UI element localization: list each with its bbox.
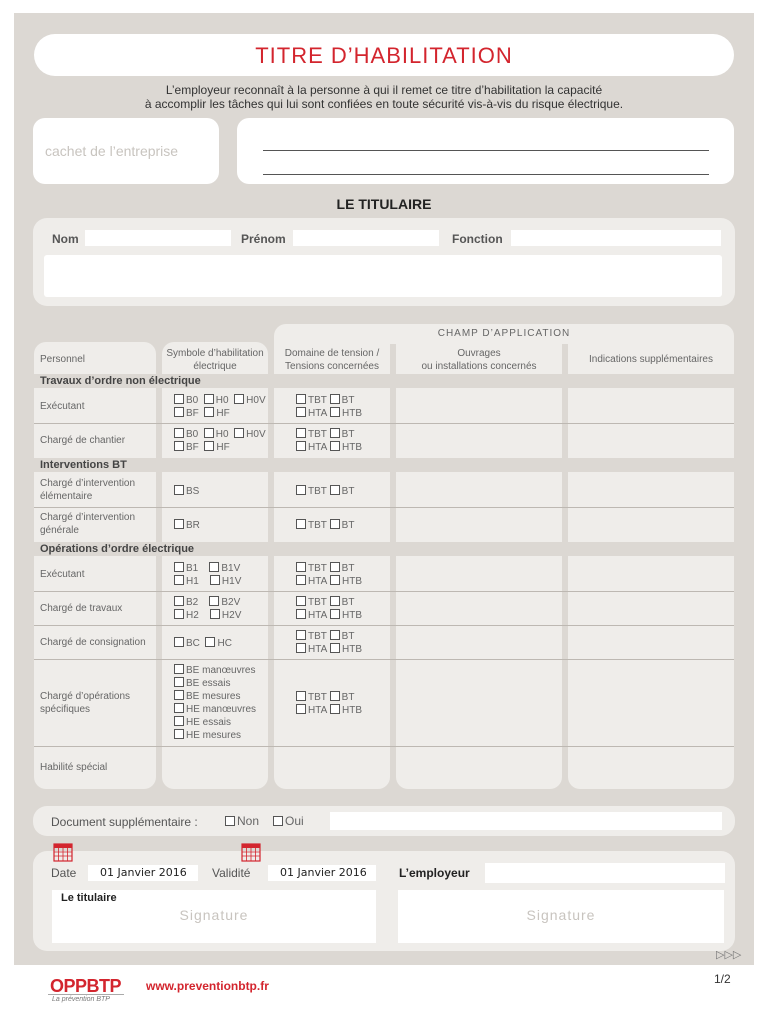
symbol-checkboxes-row-1[interactable]: B0 H0 H0V BF HF — [174, 394, 266, 420]
calendar-icon[interactable] — [53, 842, 73, 862]
tension-checkboxes-row-6[interactable]: TBT BT HTA HTB — [296, 596, 362, 622]
nom-field[interactable] — [85, 230, 231, 246]
champ-header: CHAMP D’APPLICATION — [437, 328, 571, 339]
prenom-label: Prénom — [241, 232, 286, 246]
row-habilite-special: Habilité spécial — [40, 762, 108, 773]
validite-label: Validité — [212, 866, 251, 880]
intro-line-1: L’employeur reconnaît à la personne à qu… — [165, 83, 603, 97]
employeur-label: L’employeur — [399, 866, 470, 880]
header-indications: Indications supplémentaires — [589, 354, 713, 365]
logo-underline — [48, 994, 124, 995]
symbol-checkbox-bs[interactable]: BS — [174, 485, 199, 498]
row-charge-chantier: Chargé de chantier — [40, 435, 126, 446]
doc-supp-oui-checkbox[interactable]: Oui — [273, 815, 304, 828]
row-separator — [34, 746, 734, 747]
symbol-checkboxes-row-8[interactable]: BE manœuvres BE essais BE mesures HE man… — [174, 664, 256, 742]
company-line-1 — [263, 150, 709, 151]
titulaire-signature-label: Le titulaire — [61, 892, 117, 904]
logo-tagline: La prévention BTP — [52, 996, 110, 1003]
group-travaux-non-elec: Travaux d’ordre non électrique — [40, 375, 201, 387]
calendar-icon[interactable] — [241, 842, 261, 862]
row-charge-consignation: Chargé de consignation — [40, 637, 146, 648]
prenom-field[interactable] — [293, 230, 439, 246]
date-label: Date — [51, 866, 77, 880]
tension-checkboxes-row-8[interactable]: TBT BT HTA HTB — [296, 691, 362, 717]
header-symbole-1: Symbole d’habilitation — [166, 348, 264, 359]
titulaire-signature-placeholder: Signature — [179, 907, 249, 923]
tension-checkboxes-row-2[interactable]: TBT BT HTA HTB — [296, 428, 362, 454]
header-symbole-2: électrique — [193, 361, 237, 372]
tension-checkboxes-row-1[interactable]: TBT BT HTA HTB — [296, 394, 362, 420]
symbol-checkboxes-row-7[interactable]: BC HC — [174, 637, 232, 650]
tension-checkboxes-row-5[interactable]: TBT BT HTA HTB — [296, 562, 362, 588]
row-executant-elec: Exécutant — [40, 569, 85, 580]
group-interventions-bt: Interventions BT — [40, 459, 127, 471]
header-ouvrages-1: Ouvrages — [457, 348, 501, 359]
row-intervention-generale: Chargé d’intervention générale — [40, 512, 136, 536]
row-operations-specifiques: Chargé d’opérations spécifiques — [40, 691, 131, 715]
tension-checkboxes-row-3[interactable]: TBT BT — [296, 485, 354, 498]
company-stamp-box[interactable]: cachet de l’entreprise — [33, 118, 219, 184]
employeur-field[interactable] — [485, 863, 725, 883]
employeur-signature-placeholder: Signature — [526, 907, 596, 923]
header-personnel: Personnel — [40, 354, 86, 365]
row-executant: Exécutant — [40, 401, 85, 412]
tension-checkboxes-row-7[interactable]: TBT BT HTA HTB — [296, 630, 362, 656]
next-arrows-icon[interactable]: ▷▷▷ — [716, 948, 741, 961]
row-separator — [34, 659, 734, 660]
website-link[interactable]: www.preventionbtp.fr — [146, 979, 269, 993]
symbol-checkbox-br[interactable]: BR — [174, 519, 200, 532]
group-operations-elec: Opérations d’ordre électrique — [40, 543, 195, 555]
titulaire-notes-field[interactable] — [44, 255, 722, 297]
header-domaine-2: Tensions concernées — [285, 361, 379, 372]
doc-supp-non-checkbox[interactable]: Non — [225, 815, 259, 828]
header-ouvrages-2: ou installations concernés — [421, 361, 537, 372]
titulaire-heading: LE TITULAIRE — [336, 196, 432, 212]
company-info-box[interactable] — [237, 118, 734, 184]
symbol-checkboxes-row-6[interactable]: B2 B2V H2 H2V — [174, 596, 241, 622]
page-number: 1/2 — [714, 972, 731, 986]
doc-supp-label: Document supplémentaire : — [51, 815, 198, 829]
row-separator — [34, 423, 734, 424]
symbol-checkboxes-row-2[interactable]: B0 H0 H0V BF HF — [174, 428, 266, 454]
header-domaine-1: Domaine de tension / — [284, 348, 380, 359]
col-ouvrages — [396, 342, 562, 789]
doc-supp-field[interactable] — [330, 812, 722, 830]
company-line-2 — [263, 174, 709, 175]
tension-checkboxes-row-4[interactable]: TBT BT — [296, 519, 354, 532]
row-separator — [34, 591, 734, 592]
col-indications — [568, 342, 734, 789]
row-separator — [34, 507, 734, 508]
intro-line-2: à accomplir les tâches qui lui sont conf… — [144, 97, 624, 111]
nom-label: Nom — [52, 232, 79, 246]
symbol-checkboxes-row-5[interactable]: B1 B1V H1 H1V — [174, 562, 241, 588]
row-intervention-elementaire: Chargé d’intervention élémentaire — [40, 478, 136, 502]
date-field[interactable]: 01 Janvier 2016 — [88, 865, 198, 881]
fonction-field[interactable] — [511, 230, 721, 246]
fonction-label: Fonction — [452, 232, 503, 246]
group-band-2 — [34, 458, 734, 472]
page-title: TITRE D’HABILITATION — [34, 34, 734, 76]
validite-field[interactable]: 01 Janvier 2016 — [268, 865, 376, 881]
row-separator — [34, 625, 734, 626]
row-charge-travaux: Chargé de travaux — [40, 603, 123, 614]
